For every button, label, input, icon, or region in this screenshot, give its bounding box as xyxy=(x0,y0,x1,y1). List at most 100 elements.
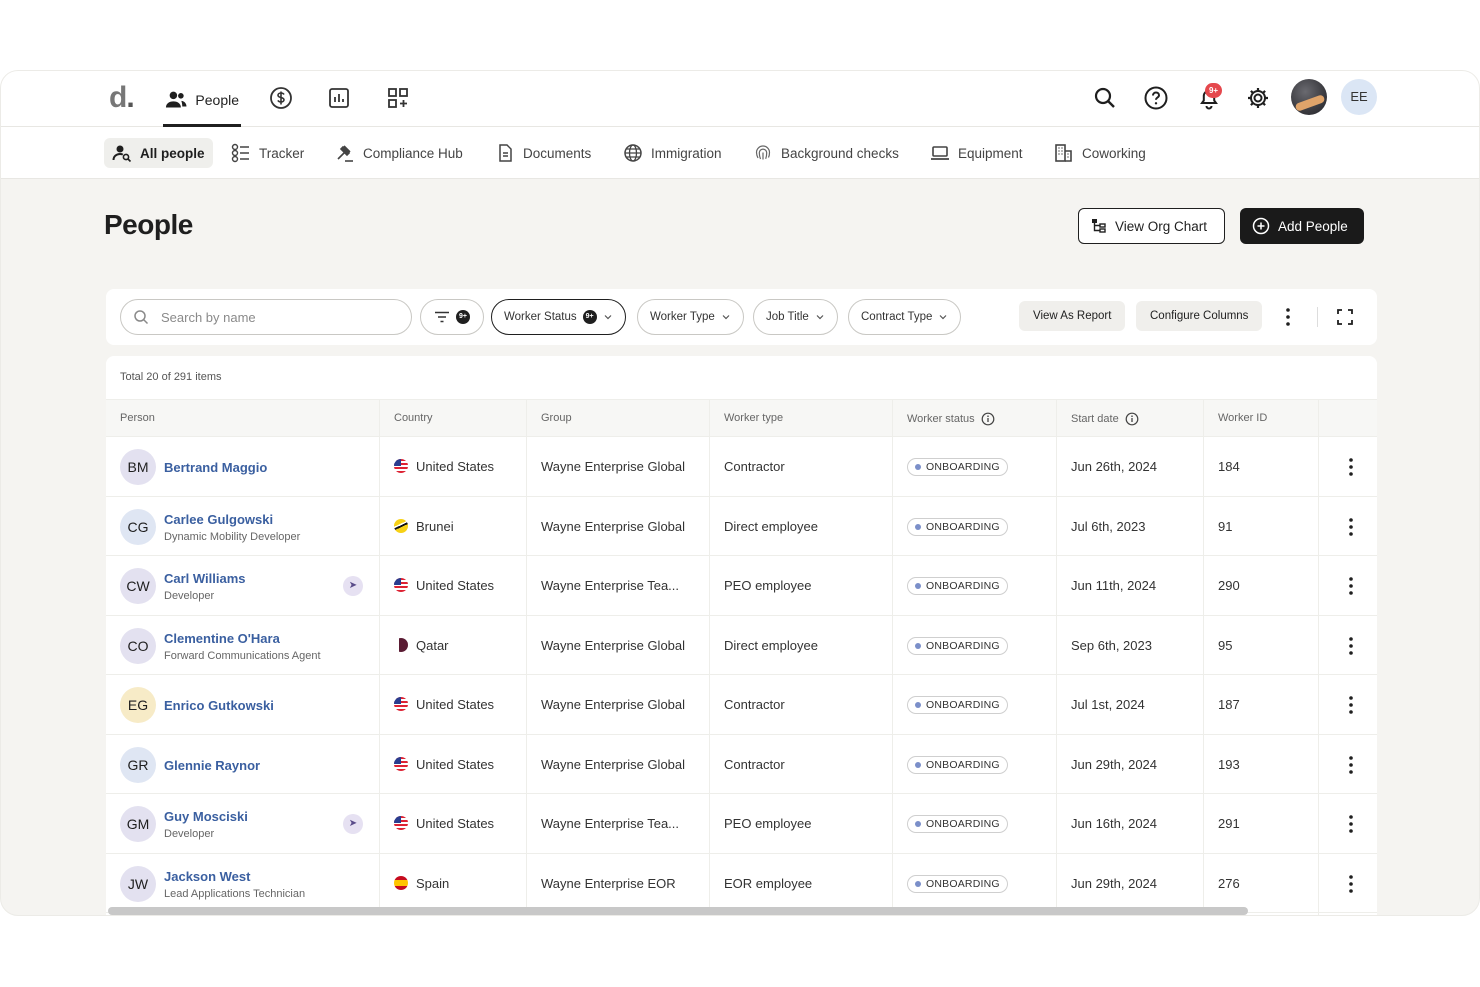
configure-columns-button[interactable]: Configure Columns xyxy=(1136,301,1263,331)
person-name-link[interactable]: Clementine O'Hara xyxy=(164,631,280,646)
table-row[interactable]: GM Guy Mosciski Developer ➤ United States Way… xyxy=(106,794,1377,854)
filter-icon xyxy=(435,311,449,323)
subnav-item-tracker[interactable]: Tracker xyxy=(223,138,312,168)
person-job-title: Dynamic Mobility Developer xyxy=(164,530,301,543)
status-badge: ONBOARDING xyxy=(907,636,1008,655)
country-cell: United States xyxy=(394,756,495,772)
view-as-report-button[interactable]: View As Report xyxy=(1019,301,1126,331)
person-job-title: Developer xyxy=(164,590,215,602)
person-name-link[interactable]: Carlee Gulgowski xyxy=(164,512,273,527)
worker-type-cell: EOR employee xyxy=(724,875,813,891)
table-row[interactable]: CO Clementine O'Hara Forward Communication… xyxy=(106,616,1377,675)
subnav-item-all-people[interactable]: All people xyxy=(104,138,213,168)
row-more-options-icon[interactable] xyxy=(1343,814,1359,834)
chevron-down-icon xyxy=(722,315,730,320)
column-header-worker-id[interactable]: Worker ID xyxy=(1218,412,1267,424)
table-row[interactable]: BM Bertrand Maggio United States Wayne Ente… xyxy=(106,437,1377,497)
logo[interactable]: d. xyxy=(109,81,135,115)
chart-icon[interactable] xyxy=(327,86,351,110)
apps-grid-icon[interactable] xyxy=(386,86,410,110)
nav-people-tab[interactable]: People xyxy=(163,85,241,127)
total-items-text: Total 20 of 291 items xyxy=(120,371,222,383)
worker-type-filter[interactable]: Worker Type xyxy=(637,299,744,335)
table-row[interactable]: EG Enrico Gutkowski United States Wayne Ent… xyxy=(106,675,1377,735)
worker-type-cell: PEO employee xyxy=(724,578,812,593)
country-name: United States xyxy=(416,756,495,772)
info-icon[interactable] xyxy=(981,412,995,426)
column-header-worker-status[interactable]: Worker status xyxy=(907,412,995,426)
person-name-link[interactable]: Carl Williams xyxy=(164,571,246,586)
dollar-icon[interactable] xyxy=(269,86,293,110)
start-date-cell: Jun 29th, 2024 xyxy=(1071,875,1158,891)
gavel-icon xyxy=(337,145,353,162)
user-initials-avatar[interactable]: EE xyxy=(1341,79,1377,115)
subnav-item-coworking[interactable]: Coworking xyxy=(1046,138,1154,168)
help-icon[interactable] xyxy=(1143,85,1169,111)
subnav-label: Documents xyxy=(523,145,592,161)
column-header-person[interactable]: Person xyxy=(120,412,155,424)
worker-status-filter-label: Worker Status xyxy=(504,311,577,323)
row-more-options-icon[interactable] xyxy=(1343,695,1359,715)
column-header-worker-type[interactable]: Worker type xyxy=(724,412,783,424)
country-name: Spain xyxy=(416,875,450,891)
table-row[interactable]: CG Carlee Gulgowski Dynamic Mobility Devel… xyxy=(106,497,1377,556)
status-badge: ONBOARDING xyxy=(907,458,1008,476)
search-input[interactable]: Search by name xyxy=(120,299,412,335)
us-flag-icon xyxy=(394,578,408,592)
subnav-item-background-checks[interactable]: Background checks xyxy=(745,138,907,168)
row-more-options-icon[interactable] xyxy=(1343,457,1359,477)
column-header-group[interactable]: Group xyxy=(541,412,572,424)
worker-id-cell: 91 xyxy=(1218,518,1233,534)
contract-type-filter[interactable]: Contract Type xyxy=(848,299,962,335)
row-more-options-icon[interactable] xyxy=(1343,576,1359,596)
subnav-item-documents[interactable]: Documents xyxy=(487,138,599,168)
view-org-chart-button[interactable]: View Org Chart xyxy=(1078,208,1225,244)
search-icon[interactable] xyxy=(1092,85,1118,111)
person-name-link[interactable]: Guy Mosciski xyxy=(164,809,248,824)
worker-type-cell: Contractor xyxy=(724,756,785,772)
status-label: ONBOARDING xyxy=(926,699,1000,711)
status-dot xyxy=(915,880,921,887)
user-photo-avatar[interactable] xyxy=(1291,79,1327,115)
row-more-options-icon[interactable] xyxy=(1343,636,1359,656)
worker-status-filter[interactable]: Worker Status 9+ xyxy=(491,299,626,335)
chevron-down-icon xyxy=(604,315,612,320)
country-name: United States xyxy=(416,697,495,712)
nav-people-label: People xyxy=(195,92,239,108)
gear-icon[interactable] xyxy=(1245,85,1271,111)
subnav-item-equipment[interactable]: Equipment xyxy=(922,138,1031,168)
table-row[interactable]: JW Jackson West Lead Applications Technici… xyxy=(106,854,1377,913)
bn-flag-icon xyxy=(394,518,408,533)
start-date-cell: Jun 26th, 2024 xyxy=(1071,459,1158,474)
subnav-item-immigration[interactable]: Immigration xyxy=(615,138,730,168)
table-row[interactable]: GR Glennie Raynor United States Wayne Enter… xyxy=(106,735,1377,794)
column-header-start-date-label: Start date xyxy=(1071,413,1119,425)
info-icon[interactable] xyxy=(1125,412,1139,426)
person-name-link[interactable]: Bertrand Maggio xyxy=(164,460,267,475)
fullscreen-icon[interactable] xyxy=(1337,309,1353,325)
column-header-start-date[interactable]: Start date xyxy=(1071,412,1139,426)
person-name-link[interactable]: Jackson West xyxy=(164,869,250,884)
group-cell: Wayne Enterprise Tea... xyxy=(541,578,680,593)
filter-button[interactable]: 9+ xyxy=(420,299,484,335)
worker-id-cell: 276 xyxy=(1218,875,1240,891)
status-label: ONBOARDING xyxy=(926,580,1000,592)
row-more-options-icon[interactable] xyxy=(1343,874,1359,894)
avatar: CW xyxy=(120,568,156,604)
horizontal-scrollbar[interactable] xyxy=(108,907,1248,915)
add-people-button[interactable]: Add People xyxy=(1240,208,1364,244)
subnav-item-compliance-hub[interactable]: Compliance Hub xyxy=(327,138,471,168)
person-name-link[interactable]: Glennie Raynor xyxy=(164,758,260,773)
status-dot xyxy=(915,761,921,768)
worker-id-cell: 290 xyxy=(1218,578,1240,593)
table-row[interactable]: CW Carl Williams Developer ➤ United States Wa… xyxy=(106,556,1377,616)
job-title-filter[interactable]: Job Title xyxy=(753,299,838,335)
person-name-link[interactable]: Enrico Gutkowski xyxy=(164,698,274,713)
column-header-country[interactable]: Country xyxy=(394,412,433,424)
row-more-options-icon[interactable] xyxy=(1343,755,1359,775)
more-options-icon[interactable] xyxy=(1281,307,1295,327)
group-cell: Wayne Enterprise Tea... xyxy=(541,816,680,831)
start-date-cell: Jun 29th, 2024 xyxy=(1071,756,1158,772)
add-people-label: Add People xyxy=(1278,218,1348,234)
row-more-options-icon[interactable] xyxy=(1343,517,1359,537)
